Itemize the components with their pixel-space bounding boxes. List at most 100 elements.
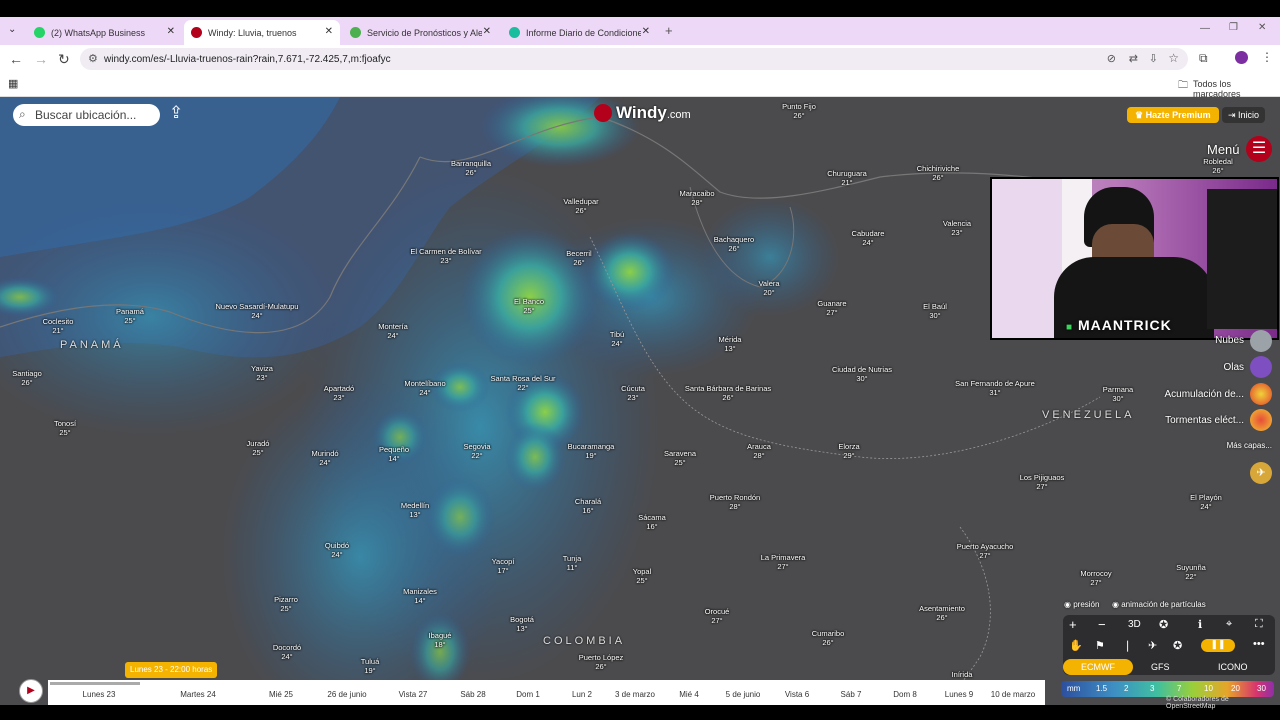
model-ecmwf-button[interactable]: ECMWF — [1063, 659, 1133, 675]
city-label[interactable]: Suyunña 22° — [1176, 563, 1206, 581]
city-label[interactable]: Docordó 24° — [273, 643, 301, 661]
city-label[interactable]: Asentamiento 26° — [919, 604, 965, 622]
city-label[interactable]: Medellín 13° — [401, 501, 429, 519]
new-tab-icon[interactable]: + — [665, 23, 673, 38]
city-label[interactable]: Valencia 23° — [943, 219, 971, 237]
city-label[interactable]: Quibdó 24° — [325, 541, 349, 559]
restore-icon[interactable]: ❐ — [1229, 22, 1238, 33]
waves-icon[interactable] — [1250, 356, 1272, 378]
close-window-icon[interactable]: ✕ — [1258, 22, 1266, 33]
minimize-icon[interactable]: — — [1200, 23, 1210, 34]
city-label[interactable]: Guanare 27° — [817, 299, 846, 317]
city-label[interactable]: Cabudare 24° — [852, 229, 885, 247]
timeline-day[interactable]: Mié 25 — [269, 690, 293, 699]
airplane-small-icon[interactable]: ✈ — [1148, 639, 1157, 652]
layer-clouds-label[interactable]: Nubes — [1215, 335, 1244, 346]
browser-menu-icon[interactable]: ⋮ — [1261, 50, 1273, 64]
timeline-day[interactable]: 5 de junio — [726, 690, 761, 699]
pin-icon[interactable]: ❘ — [1123, 639, 1132, 652]
layer-accumulation-label[interactable]: Acumulación de... — [1165, 389, 1245, 400]
apps-grid-icon[interactable]: ▦ — [8, 77, 18, 90]
timeline-day[interactable]: Dom 1 — [516, 690, 540, 699]
city-label[interactable]: Barranquilla 26° — [451, 159, 491, 177]
timeline-day[interactable]: Lunes 23 — [83, 690, 116, 699]
3d-button[interactable]: 3D — [1128, 619, 1141, 630]
model-icon-button[interactable]: ICONO — [1218, 662, 1248, 672]
city-label[interactable]: Cúcuta 23° — [621, 384, 645, 402]
favorites-star-icon[interactable]: ✪ — [1159, 618, 1168, 631]
tab-windy[interactable]: Windy: Lluvia, truenos ✕ — [184, 20, 340, 45]
particles-toggle[interactable]: ◉ animación de partículas — [1112, 600, 1206, 609]
city-label[interactable]: Mérida 13° — [719, 335, 742, 353]
city-label[interactable]: Valledupar 26° — [563, 197, 598, 215]
site-info-icon[interactable]: ⚙ — [88, 52, 98, 65]
city-label[interactable]: Apartadó 23° — [324, 384, 354, 402]
location-search-input[interactable]: ⌕ Buscar ubicación... — [13, 104, 160, 126]
city-label[interactable]: Ciudad de Nutrias 30° — [832, 365, 892, 383]
city-label[interactable]: Santiago 26° — [12, 369, 42, 387]
city-label[interactable]: Maracaibo 28° — [679, 189, 714, 207]
city-label[interactable]: Santa Bárbara de Barinas 26° — [685, 384, 771, 402]
timeline-day[interactable]: Lun 2 — [572, 690, 592, 699]
timeline-day[interactable]: Mié 4 — [679, 690, 699, 699]
city-label[interactable]: Morrocoy 27° — [1080, 569, 1111, 587]
menu-hamburger-icon[interactable]: ☰ — [1246, 136, 1272, 162]
city-label[interactable]: Bucaramanga 19° — [568, 442, 615, 460]
city-label[interactable]: Tunja 11° — [563, 554, 581, 572]
close-icon[interactable]: ✕ — [167, 26, 175, 37]
extensions-icon[interactable]: ⧉ — [1199, 51, 1208, 66]
city-label[interactable]: Juradó 25° — [247, 439, 270, 457]
timeline-day[interactable]: Sáb 7 — [841, 690, 862, 699]
forward-icon[interactable]: → — [34, 51, 48, 67]
city-label[interactable]: Los Pijiguaos 27° — [1020, 473, 1065, 491]
city-label[interactable]: El Carmen de Bolívar 23° — [410, 247, 481, 265]
timeline-day[interactable]: 26 de junio — [327, 690, 366, 699]
webcam-toggle-icon[interactable]: ❚❚ — [1201, 639, 1235, 652]
tab-search-chevron-icon[interactable]: ⌄ — [8, 24, 16, 35]
city-label[interactable]: Churuguara 21° — [827, 169, 867, 187]
city-label[interactable]: Montelíbano 24° — [404, 379, 445, 397]
play-button[interactable]: ▶ — [19, 679, 43, 703]
city-label[interactable]: Coclesito 21° — [43, 317, 74, 335]
timeline-day[interactable]: 3 de marzo — [615, 690, 655, 699]
city-label[interactable]: Manizales 14° — [403, 587, 437, 605]
city-label[interactable]: San Fernando de Apure 31° — [955, 379, 1035, 397]
tab-pronosticos[interactable]: Servicio de Pronósticos y Alerta ✕ — [343, 20, 498, 45]
timeline-day[interactable]: 10 de marzo — [991, 690, 1035, 699]
city-label[interactable]: Bogotá 13° — [510, 615, 534, 633]
city-label[interactable]: Tuluá 19° — [361, 657, 379, 675]
city-label[interactable]: Sácama 16° — [638, 513, 666, 531]
close-icon[interactable]: ✕ — [483, 26, 491, 37]
share-upload-icon[interactable]: ⇪ — [169, 103, 183, 123]
city-label[interactable]: Inírida — [952, 670, 973, 679]
city-label[interactable]: La Primavera 27° — [761, 553, 806, 571]
city-label[interactable]: Robledal 26° — [1203, 157, 1233, 175]
reload-icon[interactable]: ↻ — [58, 51, 70, 68]
zoom-out-icon[interactable]: − — [1098, 617, 1106, 632]
city-label[interactable]: Puerto López 26° — [579, 653, 624, 671]
city-label[interactable]: Bachaquero 26° — [714, 235, 754, 253]
clouds-icon[interactable] — [1250, 330, 1272, 352]
accumulation-icon[interactable] — [1250, 383, 1272, 405]
timeline-day[interactable]: Lunes 9 — [945, 690, 973, 699]
city-label[interactable]: Tibú 24° — [610, 330, 624, 348]
city-label[interactable]: Arauca 28° — [747, 442, 771, 460]
city-label[interactable]: Punto Fijo 26° — [782, 102, 816, 120]
zoom-in-icon[interactable]: + — [1069, 617, 1077, 632]
city-label[interactable]: Elorza 29° — [838, 442, 859, 460]
close-icon[interactable]: ✕ — [642, 26, 650, 37]
bookmark-star-icon[interactable]: ☆ — [1168, 51, 1179, 65]
rain-legend[interactable]: mm 1.5 2 3 7 10 20 30 — [1061, 681, 1274, 697]
city-label[interactable]: Puerto Ayacucho 27° — [957, 542, 1014, 560]
timeline-day[interactable]: Sáb 28 — [460, 690, 485, 699]
city-label[interactable]: Chichiriviche 26° — [917, 164, 960, 182]
city-label[interactable]: Nuevo Sasardí-Mulatupu 24° — [216, 302, 299, 320]
menu-label[interactable]: Menú — [1207, 142, 1240, 157]
city-label[interactable]: Puerto Rondón 28° — [710, 493, 760, 511]
city-label[interactable]: Panamá 25° — [116, 307, 144, 325]
city-label[interactable]: Tonosí 25° — [54, 419, 76, 437]
flag-icon[interactable]: ⚑ — [1095, 639, 1105, 652]
city-label[interactable]: El Banco 25° — [514, 297, 544, 315]
city-label[interactable]: Segovia 22° — [463, 442, 490, 460]
url-field[interactable]: ⚙ windy.com/es/-Lluvia-truenos-rain?rain… — [80, 48, 1188, 70]
